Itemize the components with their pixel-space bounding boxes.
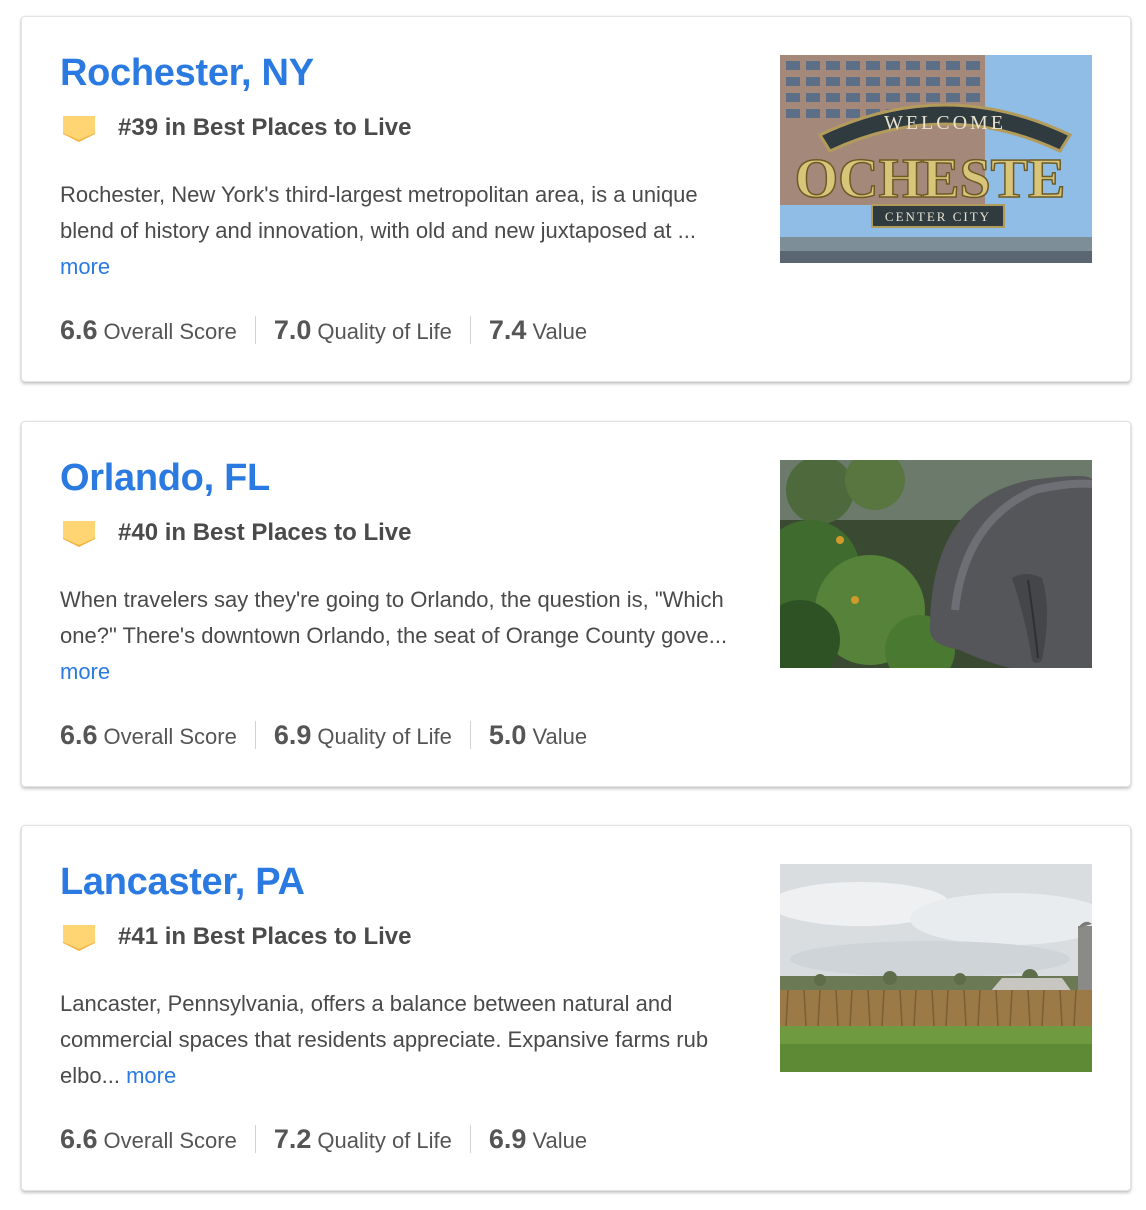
value-score: 6.9 Value <box>489 1124 587 1155</box>
more-link[interactable]: more <box>126 1063 176 1088</box>
score-value: 5.0 <box>488 719 527 750</box>
rank-row: #41 in Best Places to Live <box>62 922 411 952</box>
score-row: 6.6 Overall Score 7.2 Quality of Life 6.9 V… <box>60 1122 587 1156</box>
quality-of-life-score: 7.0 Quality of Life <box>274 315 452 346</box>
score-label: Value <box>532 723 588 749</box>
city-photo-orlando[interactable] <box>780 460 1092 668</box>
quality-of-life-score: 7.2 Quality of Life <box>274 1124 452 1155</box>
city-photo-rochester[interactable]: WELCOME OCHESTE CENTER CITY <box>780 55 1092 263</box>
score-value: 7.4 <box>488 314 527 345</box>
score-value: 7.0 <box>273 314 312 345</box>
score-value: 6.9 <box>273 719 312 750</box>
rank-label: #39 in Best Places to Live <box>118 114 412 141</box>
description-text: Rochester, New York's third-largest metr… <box>60 182 698 243</box>
city-description: Lancaster, Pennsylvania, offers a balanc… <box>60 986 750 1094</box>
score-label: Value <box>532 1127 588 1153</box>
sign-subtitle-text: CENTER CITY <box>885 209 991 224</box>
score-value: 6.6 <box>60 314 98 345</box>
score-value: 6.6 <box>60 719 98 750</box>
sign-welcome-text: WELCOME <box>884 112 1006 134</box>
city-photo-lancaster[interactable] <box>780 864 1092 1072</box>
listing-card-lancaster: Lancaster, PA #41 in Best Places to Live… <box>21 825 1131 1191</box>
listing-card-orlando: Orlando, FL #40 in Best Places to Live W… <box>21 421 1131 787</box>
score-label: Value <box>532 318 588 344</box>
score-label: Overall Score <box>103 723 237 749</box>
city-title-link[interactable]: Rochester, NY <box>60 51 314 95</box>
quality-of-life-score: 6.9 Quality of Life <box>274 720 452 751</box>
value-score: 5.0 Value <box>489 720 587 751</box>
more-link[interactable]: more <box>60 254 110 279</box>
sign-city-text: OCHESTE <box>795 148 1066 210</box>
overall-score: 6.6 Overall Score <box>60 315 237 346</box>
description-text: When travelers say they're going to Orla… <box>60 587 728 648</box>
rank-label: #41 in Best Places to Live <box>118 923 412 950</box>
score-divider <box>469 316 471 344</box>
score-value: 6.6 <box>60 1123 98 1154</box>
rank-badge-icon <box>63 116 95 142</box>
rank-row: #40 in Best Places to Live <box>62 518 411 548</box>
rank-row: #39 in Best Places to Live <box>62 113 411 143</box>
score-divider <box>469 1125 471 1153</box>
city-description: Rochester, New York's third-largest metr… <box>60 177 750 285</box>
city-description: When travelers say they're going to Orla… <box>60 582 750 690</box>
score-label: Quality of Life <box>317 1127 452 1153</box>
score-value: 6.9 <box>488 1123 527 1154</box>
score-label: Quality of Life <box>317 723 452 749</box>
score-divider <box>254 316 256 344</box>
value-score: 7.4 Value <box>489 315 587 346</box>
city-title-link[interactable]: Lancaster, PA <box>60 860 305 904</box>
score-row: 6.6 Overall Score 7.0 Quality of Life 7.4 V… <box>60 313 587 347</box>
score-divider <box>254 1125 256 1153</box>
score-label: Overall Score <box>103 318 237 344</box>
overall-score: 6.6 Overall Score <box>60 1124 237 1155</box>
score-divider <box>254 721 256 749</box>
rank-badge-icon <box>63 925 95 951</box>
overall-score: 6.6 Overall Score <box>60 720 237 751</box>
listing-card-rochester: Rochester, NY #39 in Best Places to Live… <box>21 16 1131 382</box>
score-label: Quality of Life <box>317 318 452 344</box>
rank-badge-icon <box>63 521 95 547</box>
more-link[interactable]: more <box>60 659 110 684</box>
city-title-link[interactable]: Orlando, FL <box>60 456 270 500</box>
score-value: 7.2 <box>273 1123 312 1154</box>
rank-label: #40 in Best Places to Live <box>118 519 412 546</box>
score-row: 6.6 Overall Score 6.9 Quality of Life 5.0 V… <box>60 718 587 752</box>
score-label: Overall Score <box>103 1127 237 1153</box>
score-divider <box>469 721 471 749</box>
